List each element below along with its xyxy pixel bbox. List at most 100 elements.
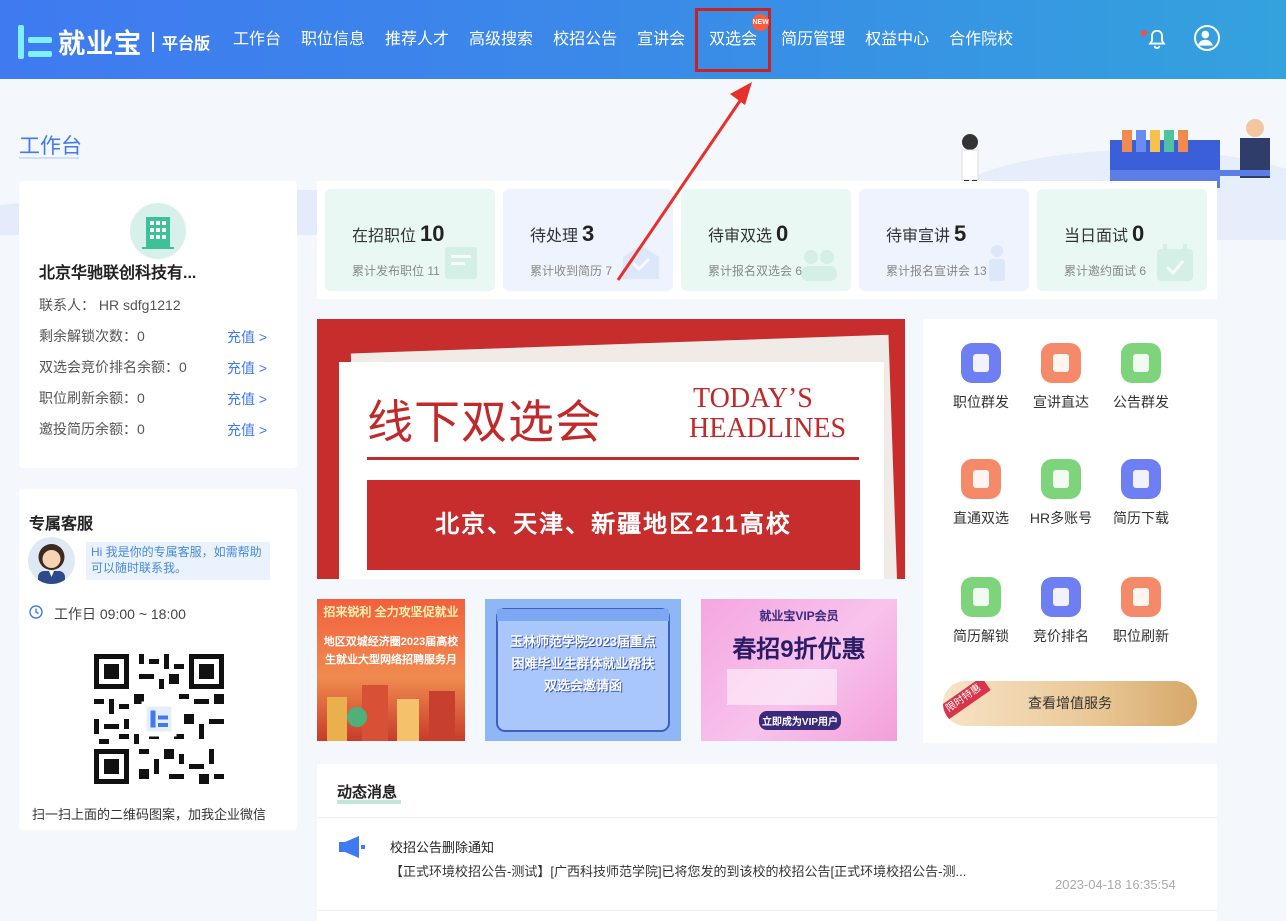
page-title: 工作台 <box>19 135 82 158</box>
recharge-link[interactable]: 充值 > <box>227 420 267 440</box>
stat-label: 在招职位 10 <box>352 221 445 247</box>
quick-item-session-direct[interactable]: 宣讲直达 <box>1021 343 1101 412</box>
limited-offer-ribbon: 限时特惠 <box>943 681 991 722</box>
quick-item-resume-download[interactable]: 简历下载 <box>1101 459 1181 528</box>
quick-item-resume-unlock[interactable]: 简历解锁 <box>941 577 1021 646</box>
quick-item-job-refresh[interactable]: 职位刷新 <box>1101 577 1181 646</box>
stat-label-text: 待处理 <box>530 228 579 245</box>
new-badge: NEW <box>752 14 770 31</box>
stat-subtext: 累计收到简历 7 <box>530 264 613 278</box>
balance-row: 职位刷新余额：0 <box>39 388 145 408</box>
brand-logo[interactable]: 就业宝 平台版 <box>18 22 210 61</box>
stat-card-pending-fairs[interactable]: 待审双选 0 累计报名双选会 6 <box>681 189 851 291</box>
bell-icon[interactable] <box>1146 28 1168 50</box>
recharge-link[interactable]: 充值 > <box>227 358 267 378</box>
promo-tile-vip-discount[interactable]: 就业宝VIP会员 春招9折优惠 立即成为VIP用户 <box>701 599 897 741</box>
nav-campus-announcements[interactable]: 校招公告 <box>543 0 627 79</box>
value-added-services-button[interactable]: 限时特惠 查看增值服务 <box>943 681 1197 726</box>
vip-button-label: 查看增值服务 <box>1028 695 1112 711</box>
stat-label: 待审宣讲 5 <box>886 221 966 247</box>
contact-value: HR sdfg1212 <box>98 297 181 313</box>
nav-recommended-talent[interactable]: 推荐人才 <box>375 0 459 79</box>
balance-value: 0 <box>137 328 145 344</box>
nav-info-sessions[interactable]: 宣讲会 <box>627 0 695 79</box>
stat-subtext: 累计报名宣讲会 13 <box>886 264 987 278</box>
stat-label-text: 当日面试 <box>1064 228 1129 245</box>
stat-card-open-jobs[interactable]: 在招职位 10 累计发布职位 11 <box>325 189 495 291</box>
divider <box>317 910 1217 911</box>
quick-label: HR多账号 <box>1029 510 1093 526</box>
banner-en-line2: HEADLINES <box>689 413 847 444</box>
nav-advanced-search[interactable]: 高级搜索 <box>459 0 543 79</box>
stats-panel: 在招职位 10 累计发布职位 11 待处理 3 累计收到简历 7 待审双选 0 累计报… <box>317 181 1217 299</box>
quick-label: 公告群发 <box>1113 394 1169 410</box>
top-navbar: 就业宝 平台版 工作台 职位信息 推荐人才 高级搜索 校招公告 宣讲会 双选会 … <box>0 0 1286 79</box>
divider <box>317 817 1217 818</box>
quick-label: 职位刷新 <box>1113 628 1169 644</box>
quick-item-bid-ranking[interactable]: 竞价排名 <box>1021 577 1101 646</box>
promo-text-block <box>727 669 837 705</box>
promo-tile-recruit-month[interactable]: 招来锐利 全力攻坚促就业 地区双城经济圈2023届高校 生就业大型网络招聘服务月 <box>317 599 465 741</box>
news-item-title[interactable]: 校招公告删除通知 <box>390 837 494 856</box>
work-hours: 工作日 09:00 ~ 18:00 <box>54 606 186 622</box>
promo-tile-job-fair-invite[interactable]: 玉林师范学院2023届重点 困难毕业生群体就业帮扶 双选会邀请函 <box>485 599 681 741</box>
quick-item-direct-fair[interactable]: 直通双选 <box>941 459 1021 528</box>
stat-label-text: 待审双选 <box>708 228 773 245</box>
brand-edition: 平台版 <box>162 35 211 53</box>
job-post-icon <box>445 247 477 279</box>
recharge-link[interactable]: 充值 > <box>227 327 267 347</box>
download-icon <box>1121 459 1161 499</box>
greeting-bubble: Hi 我是你的专属客服，如需帮助可以随时联系我。 <box>86 542 270 580</box>
promo-line: 春招9折优惠 <box>732 636 866 663</box>
balance-row: 邀投简历余额：0 <box>39 419 145 439</box>
quick-label: 直通双选 <box>953 510 1009 526</box>
stat-label-text: 待审宣讲 <box>886 228 951 245</box>
service-title: 专属客服 <box>29 516 94 533</box>
balance-label: 邀投简历余额： <box>39 421 137 437</box>
promo-line: 地区双城经济圈2023届高校 <box>323 636 459 648</box>
balance-label: 职位刷新余额： <box>39 390 137 406</box>
clock-icon <box>29 605 43 619</box>
stat-card-pending-sessions[interactable]: 待审宣讲 5 累计报名宣讲会 13 <box>859 189 1029 291</box>
stat-subtext: 累计报名双选会 6 <box>708 264 803 278</box>
envelope-icon <box>623 245 659 279</box>
banner-headline-en: TODAY’S HEADLINES <box>689 384 846 444</box>
job-fair-banner[interactable]: 线下双选会 TODAY’S HEADLINES 北京、天津、新疆地区211高校 <box>317 319 905 579</box>
nav-resume-management[interactable]: 简历管理 <box>771 0 855 79</box>
contact-row: 联系人： HR sdfg1212 <box>39 295 181 315</box>
stat-value: 3 <box>582 221 595 246</box>
promo-line: 玉林师范学院2023届重点 <box>510 634 656 649</box>
nav-workbench[interactable]: 工作台 <box>223 0 291 79</box>
promo-line: 招来锐利 全力攻坚促就业 <box>323 605 459 619</box>
balance-value: 0 <box>137 421 145 437</box>
news-item-body[interactable]: 【正式环境校招公告-测试】[广西科技师范学院]已将您发的到该校的校招公告[正式环… <box>390 861 1030 880</box>
quick-item-job-broadcast[interactable]: 职位群发 <box>941 343 1021 412</box>
balance-row: 剩余解锁次数：0 <box>39 326 145 346</box>
share-icon <box>961 343 1001 383</box>
balance-value: 0 <box>137 390 145 406</box>
group-icon <box>801 250 837 281</box>
stat-card-today-interviews[interactable]: 当日面试 0 累计邀约面试 6 <box>1037 189 1207 291</box>
quick-item-announcement-broadcast[interactable]: 公告群发 <box>1101 343 1181 412</box>
group-icon <box>961 459 1001 499</box>
user-avatar-icon[interactable] <box>1194 25 1220 51</box>
refresh-icon <box>1121 577 1161 617</box>
quick-item-hr-accounts[interactable]: HR多账号 <box>1021 459 1101 528</box>
quick-label: 职位群发 <box>953 394 1009 410</box>
qr-caption: 扫一扫上面的二维码图案，加我企业微信 <box>32 807 267 822</box>
balance-label: 剩余解锁次数： <box>39 328 137 344</box>
company-building-icon <box>130 203 186 259</box>
nav-partner-schools[interactable]: 合作院校 <box>939 0 1023 79</box>
stat-card-pending[interactable]: 待处理 3 累计收到简历 7 <box>503 189 673 291</box>
nav-benefits-center[interactable]: 权益中心 <box>855 0 939 79</box>
divider <box>152 31 154 52</box>
stat-subtext: 累计发布职位 11 <box>352 264 440 278</box>
promo-line: 困难毕业生群体就业帮扶 <box>511 656 655 671</box>
company-name: 北京华驰联创科技有... <box>39 265 197 282</box>
quick-services-panel: 职位群发 宣讲直达 公告群发 直通双选 HR多账号 简历下载 简历解锁 竞价排名… <box>923 319 1217 743</box>
stat-subtext: 累计邀约面试 6 <box>1064 264 1147 278</box>
nav-job-fair[interactable]: 双选会 NEW <box>695 8 772 72</box>
nav-jobs[interactable]: 职位信息 <box>291 0 375 79</box>
title-underline <box>19 157 79 159</box>
recharge-link[interactable]: 充值 > <box>227 389 267 409</box>
